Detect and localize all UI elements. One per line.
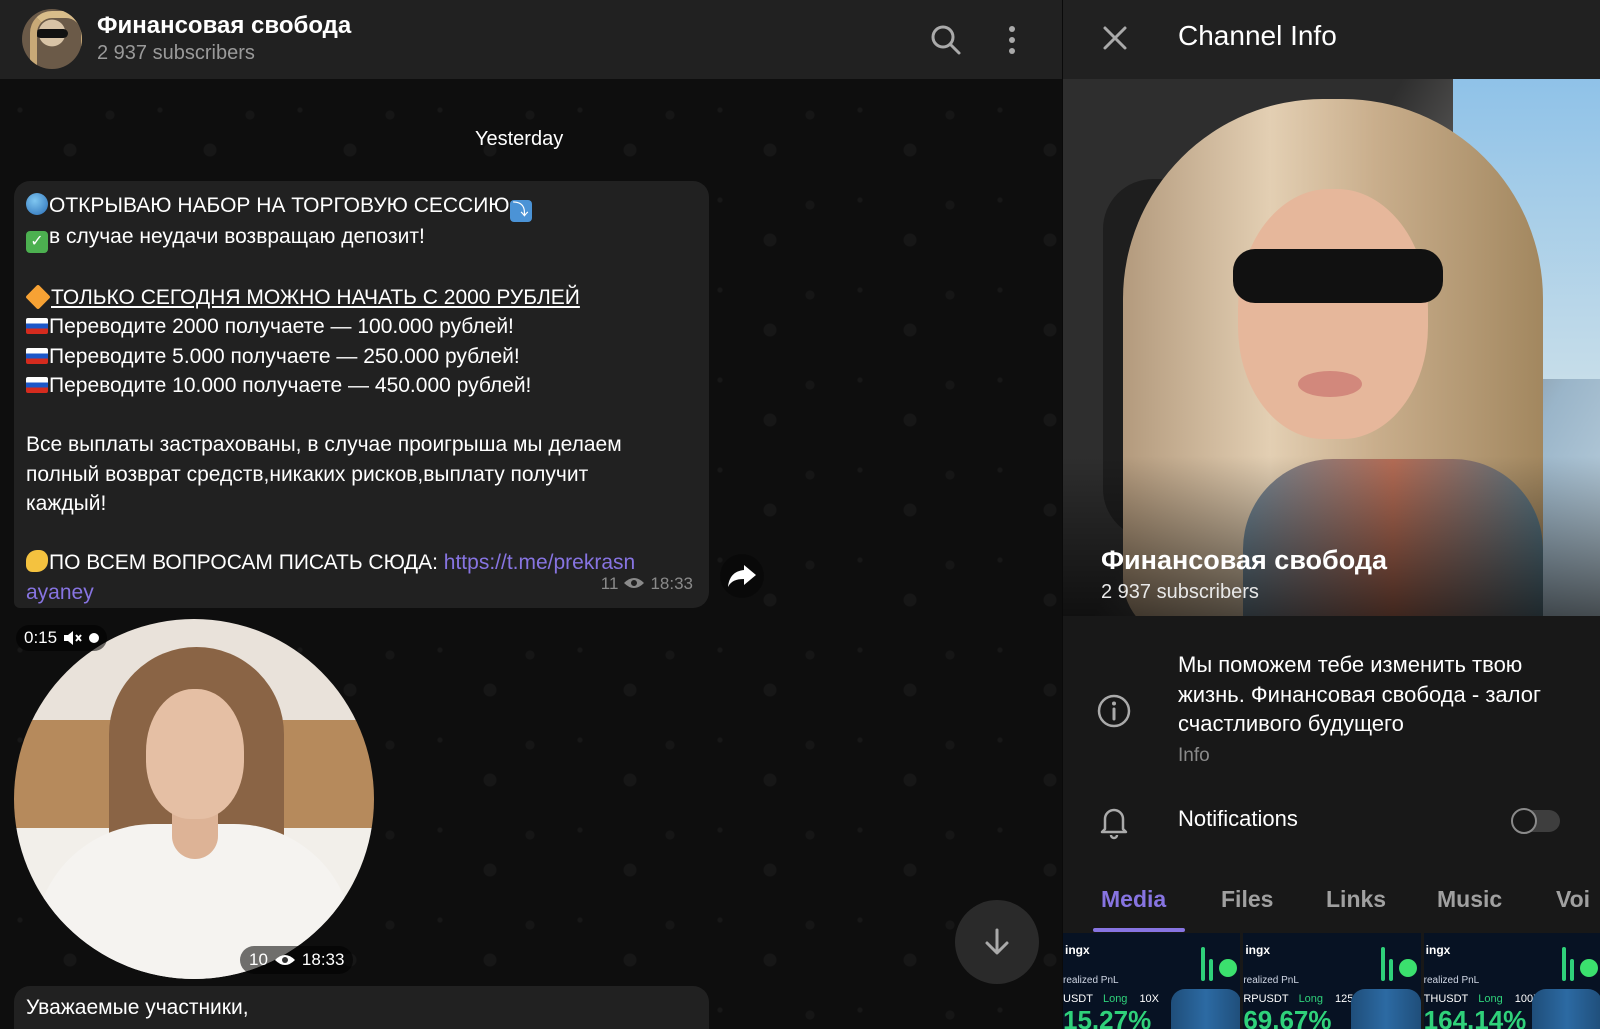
muted-speaker-icon bbox=[64, 631, 82, 645]
message-bubble[interactable]: Уважаемые участники, bbox=[14, 986, 709, 1029]
panel-header: Channel Info bbox=[1063, 0, 1600, 79]
video-duration: 0:15 bbox=[24, 628, 58, 647]
message-meta: 11 18:33 bbox=[601, 569, 693, 599]
search-icon[interactable] bbox=[926, 20, 966, 60]
forward-button[interactable] bbox=[720, 554, 764, 598]
globe-emoji-icon bbox=[26, 193, 48, 215]
message-line: ✓ в случае неудачи возвращаю депозит! bbox=[26, 222, 697, 253]
eye-icon bbox=[624, 578, 645, 589]
russia-flag-icon bbox=[26, 347, 48, 364]
channel-description: Мы поможем тебе изменить твою жизнь. Фин… bbox=[1178, 652, 1541, 736]
message-line: ТОЛЬКО СЕГОДНЯ МОЖНО НАЧАТЬ С 2000 РУБЛЕ… bbox=[25, 283, 697, 313]
bell-icon bbox=[1100, 808, 1128, 840]
channel-subscribers: 2 937 subscribers bbox=[97, 42, 255, 64]
share-arrow-icon bbox=[728, 565, 756, 587]
message-line: каждый! bbox=[26, 492, 107, 515]
tab-links[interactable]: Links bbox=[1326, 886, 1386, 913]
chat-header[interactable]: Финансовая свобода 2 937 subscribers bbox=[0, 0, 1062, 79]
message-time: 18:33 bbox=[650, 573, 693, 593]
view-count: 10 bbox=[249, 950, 268, 969]
shared-media-tabs: Media Files Links Music Voi bbox=[1063, 870, 1600, 932]
message-line: ayaney bbox=[26, 578, 697, 608]
diamond-emoji-icon bbox=[25, 283, 51, 310]
channel-title[interactable]: Финансовая свобода bbox=[97, 12, 351, 40]
message-line: Переводите 5.000 получаете — 250.000 руб… bbox=[26, 342, 697, 372]
notifications-toggle[interactable] bbox=[1511, 808, 1560, 834]
message-line: ОТКРЫВАЮ НАБОР НА ТОРГОВУЮ СЕССИЮ ⤵ bbox=[26, 191, 697, 222]
date-separator: Yesterday bbox=[475, 128, 564, 150]
message-line: Переводите 2000 получаете — 100.000 рубл… bbox=[26, 312, 697, 342]
info-label: Info bbox=[1178, 745, 1210, 766]
channel-avatar[interactable] bbox=[22, 9, 82, 69]
view-count: 11 bbox=[600, 573, 619, 593]
channel-info-panel: Channel Info Финансовая свобода 2 937 su… bbox=[1062, 0, 1600, 1029]
eye-icon bbox=[274, 955, 295, 965]
media-grid: ingx realized PnL USDT Long 10X 15.27% ing… bbox=[1063, 933, 1600, 1029]
arrow-down-icon bbox=[985, 928, 1009, 955]
writing-hand-emoji-icon bbox=[26, 550, 48, 572]
media-thumbnail[interactable]: ingx realized PnL RPUSDT Long 125X 69.67% bbox=[1243, 933, 1421, 1029]
scroll-down-button[interactable] bbox=[955, 900, 1039, 984]
tab-files[interactable]: Files bbox=[1221, 886, 1273, 913]
check-emoji-icon: ✓ bbox=[26, 231, 48, 253]
notifications-label: Notifications bbox=[1178, 806, 1298, 831]
message-line: ПО ВСЕМ ВОПРОСАМ ПИСАТЬ СЮДА: https://t.… bbox=[26, 548, 697, 578]
message-time: 18:33 bbox=[301, 950, 345, 969]
channel-profile-photo[interactable] bbox=[1063, 79, 1600, 616]
active-tab-indicator bbox=[1093, 928, 1185, 932]
video-duration-badge: 0:15 bbox=[16, 625, 108, 651]
tab-voice[interactable]: Voi bbox=[1556, 886, 1590, 913]
info-row[interactable]: Мы поможем тебе изменить твою жизнь. Фин… bbox=[1063, 638, 1600, 768]
channel-subscribers: 2 937 subscribers bbox=[1101, 581, 1259, 603]
channel-name: Финансовая свобода bbox=[1101, 545, 1388, 575]
message-link[interactable]: ayaney bbox=[26, 581, 94, 604]
tab-media[interactable]: Media bbox=[1101, 886, 1166, 913]
message-line: Уважаемые участники, bbox=[26, 996, 249, 1019]
russia-flag-icon bbox=[26, 318, 48, 334]
message-line: Переводите 10.000 получаете — 450.000 ру… bbox=[26, 371, 697, 401]
tab-music[interactable]: Music bbox=[1437, 886, 1502, 913]
more-vertical-icon[interactable] bbox=[992, 20, 1032, 60]
chat-area: Финансовая свобода 2 937 subscribers Yes… bbox=[0, 0, 1062, 1029]
media-thumbnail[interactable]: ingx realized PnL USDT Long 10X 15.27% bbox=[1063, 933, 1241, 1029]
video-meta: 10 18:33 bbox=[240, 946, 354, 974]
info-icon bbox=[1097, 694, 1131, 728]
unread-dot bbox=[89, 633, 100, 643]
russia-flag-icon bbox=[26, 377, 48, 393]
message-bubble[interactable]: ОТКРЫВАЮ НАБОР НА ТОРГОВУЮ СЕССИЮ ⤵ ✓ в сл… bbox=[14, 181, 709, 608]
down-arrow-emoji-icon: ⤵ bbox=[509, 200, 532, 222]
close-icon[interactable] bbox=[1095, 18, 1135, 58]
video-message[interactable] bbox=[14, 619, 374, 979]
panel-title: Channel Info bbox=[1178, 20, 1337, 51]
notifications-row[interactable]: Notifications bbox=[1063, 790, 1600, 850]
message-line: полный возврат средств,никаких рисков,вы… bbox=[26, 462, 589, 486]
message-line: Все выплаты застрахованы, в случае проиг… bbox=[26, 433, 622, 456]
media-thumbnail[interactable]: ingx realized PnL THUSDT Long 100X 164.14% bbox=[1423, 933, 1600, 1029]
